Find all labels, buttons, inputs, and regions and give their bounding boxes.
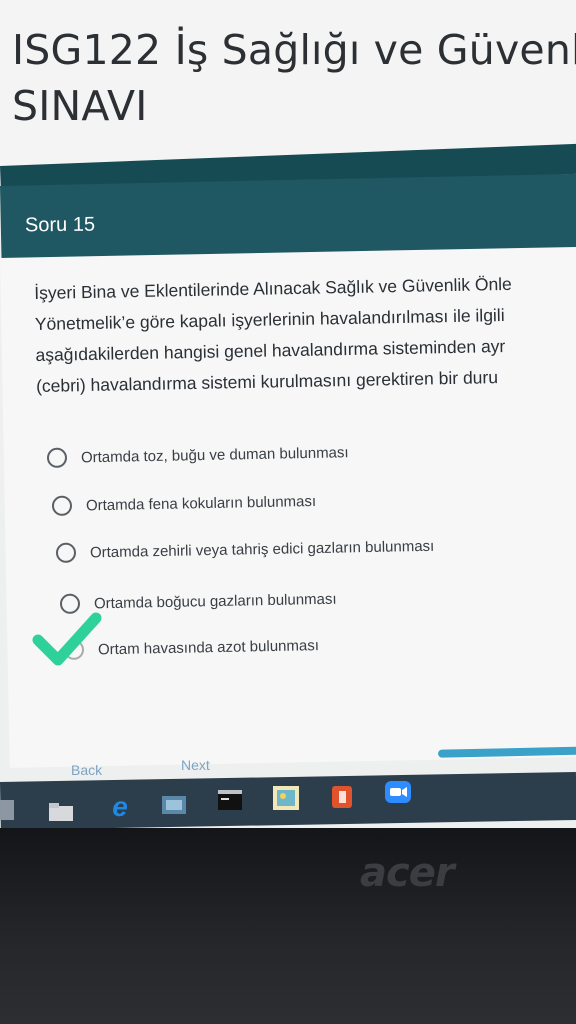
terminal-icon[interactable] (217, 789, 243, 811)
radio-button[interactable] (46, 447, 68, 468)
brand-logo: acer (360, 850, 455, 896)
green-check-icon (32, 612, 102, 666)
option-label: Ortamda fena kokuların bulunması (85, 492, 317, 514)
title-area: ISG122 İş Sağlığı ve Güvenliği SINAVI (0, 0, 576, 168)
option-label: Ortam havasında azot bulunması (97, 636, 320, 658)
option-label: Ortamda boğucu gazların bulunması (93, 590, 337, 612)
title-line-2: SINAVI (12, 82, 148, 130)
office-icon[interactable] (330, 784, 354, 810)
photo-icon[interactable] (272, 785, 300, 811)
zoom-icon[interactable] (384, 780, 412, 804)
question-text: İşyeri Bina ve Eklentilerinde Alınacak S… (34, 266, 576, 402)
monitor-screen: ISG122 İş Sağlığı ve Güvenliği SINAVI So… (0, 0, 576, 840)
app-icon[interactable] (161, 795, 187, 815)
edge-icon[interactable]: e (106, 791, 134, 822)
next-button[interactable]: Next (181, 757, 210, 773)
title-line-1: ISG122 İş Sağlığı ve Güvenliği (12, 26, 576, 74)
folder-icon[interactable] (48, 802, 74, 822)
start-icon[interactable] (0, 800, 14, 820)
question-number: Soru 15 (24, 213, 96, 237)
radio-button[interactable] (55, 542, 77, 563)
option-label: Ortamda toz, buğu ve duman bulunması (80, 443, 349, 466)
page-title: ISG122 İş Sağlığı ve Güvenliği SINAVI (12, 22, 576, 134)
back-button[interactable]: Back (71, 762, 102, 778)
radio-button[interactable] (51, 495, 73, 516)
laptop-bezel (0, 828, 576, 1024)
